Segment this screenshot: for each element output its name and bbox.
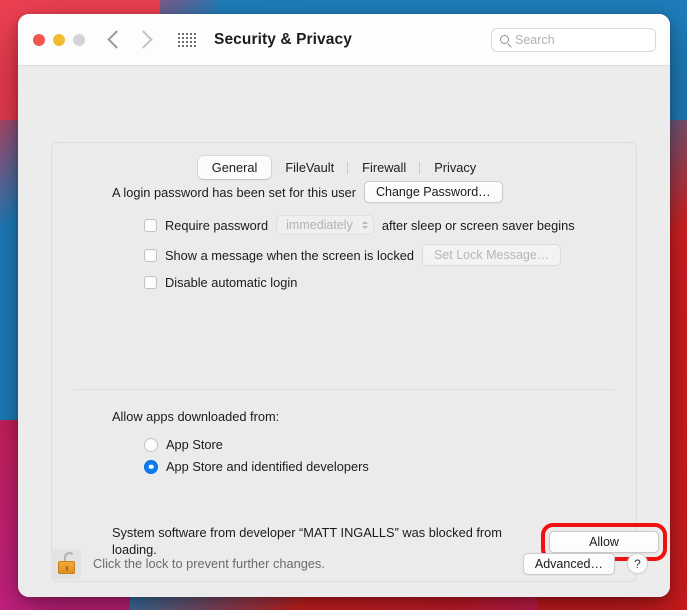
radio-app-store-and-identified-developers[interactable] [144,459,158,474]
help-button[interactable]: ? [627,553,648,574]
nav-arrows [107,30,153,49]
section-divider [74,389,614,390]
security-privacy-window: Security & Privacy Search A login passwo… [18,14,670,597]
radio-identified-developers-label: App Store and identified developers [166,459,369,474]
show-lock-message-row: Show a message when the screen is locked… [52,244,636,266]
tab-privacy-label: Privacy [434,160,477,175]
general-settings-panel: A login password has been set for this u… [51,142,667,582]
search-placeholder: Search [515,32,555,47]
tab-general[interactable]: General [197,156,272,179]
tab-filevault[interactable]: FileVault [271,156,349,179]
show-lock-message-checkbox[interactable] [144,248,157,262]
require-password-suffix-label: after sleep or screen saver begins [381,217,575,233]
window-titlebar: Security & Privacy Search [18,14,670,66]
login-password-row: A login password has been set for this u… [52,181,636,203]
search-icon [500,35,509,44]
zoom-button[interactable] [73,33,85,46]
show-lock-message-label: Show a message when the screen is locked [165,247,414,263]
tab-general-label: General [211,160,258,175]
gatekeeper-section-label: Allow apps downloaded from: [112,409,280,424]
search-input[interactable]: Search [491,27,656,52]
require-password-checkbox[interactable] [144,218,157,232]
require-password-delay-value: immediately [286,218,353,232]
disable-auto-login-checkbox[interactable] [144,276,157,289]
show-all-grid-icon[interactable] [178,32,196,47]
tab-firewall[interactable]: Firewall [348,156,421,179]
login-password-label: A login password has been set for this u… [112,184,356,200]
advanced-button[interactable]: Advanced… [522,552,615,575]
gatekeeper-option-identified-developers[interactable]: App Store and identified developers [52,459,369,474]
change-password-button[interactable]: Change Password… [364,181,503,203]
window-footer: Click the lock to prevent further change… [18,530,670,597]
set-lock-message-button[interactable]: Set Lock Message… [421,244,562,266]
require-password-delay-select[interactable]: immediately [276,215,374,235]
footer-actions: Advanced… ? [522,552,648,575]
window-body: A login password has been set for this u… [18,66,670,597]
lock-icon[interactable] [51,548,81,579]
minimize-button[interactable] [53,33,65,46]
close-button[interactable] [33,33,45,46]
disable-auto-login-label: Disable automatic login [165,275,298,290]
traffic-lights [33,33,85,46]
lock-body-icon [58,560,75,574]
lock-hint-label: Click the lock to prevent further change… [93,556,325,571]
chevron-updown-icon [361,221,368,229]
back-arrow-icon[interactable] [107,30,126,49]
require-password-label: Require password [165,217,269,233]
tab-filevault-label: FileVault [285,160,335,175]
disable-auto-login-row: Disable automatic login [52,275,636,290]
radio-app-store[interactable] [144,437,158,452]
require-password-row: Require password immediately after sleep… [52,215,636,235]
forward-arrow-icon[interactable] [134,30,153,49]
tab-firewall-label: Firewall [362,160,407,175]
tab-privacy[interactable]: Privacy [420,156,490,179]
radio-app-store-label: App Store [166,437,223,452]
page-title: Security & Privacy [214,30,352,48]
gatekeeper-option-appstore[interactable]: App Store [52,437,223,452]
tab-bar: General FileVault Firewall Privacy [18,156,670,179]
